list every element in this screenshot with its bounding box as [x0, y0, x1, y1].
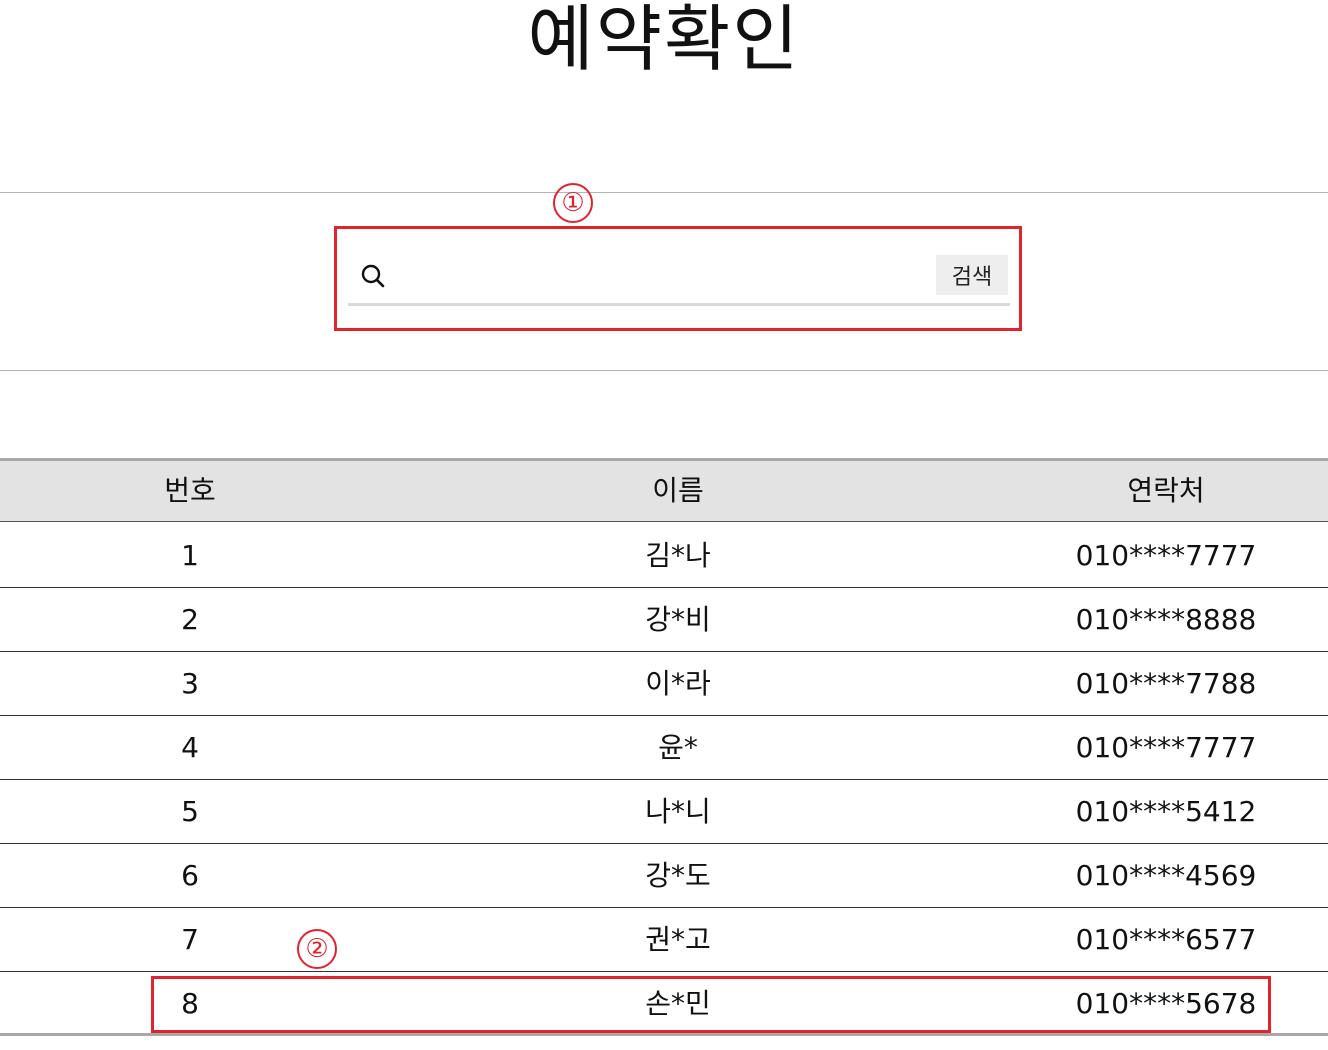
- table-row[interactable]: 4 윤* 010****7777: [0, 716, 1328, 780]
- row-name: 권*고: [645, 923, 711, 956]
- row-phone: 010****8888: [1075, 603, 1257, 636]
- header-number: 번호: [164, 474, 216, 507]
- row-number: 6: [181, 859, 199, 892]
- row-name: 이*라: [645, 667, 711, 700]
- annotation-marker-1: ①: [553, 183, 593, 223]
- page-title: 예약확인: [527, 0, 801, 81]
- row-number: 4: [181, 731, 199, 764]
- row-name: 강*비: [645, 603, 711, 636]
- row-number: 2: [181, 603, 199, 636]
- row-name: 김*나: [645, 539, 711, 572]
- row-phone: 010****5412: [1075, 795, 1257, 828]
- row-number: 1: [181, 539, 199, 572]
- row-name: 윤*: [658, 731, 698, 764]
- search-section-bottom-divider: [0, 370, 1328, 371]
- row-phone: 010****6577: [1075, 923, 1257, 956]
- search-icon: [360, 263, 386, 289]
- row-phone: 010****7777: [1075, 731, 1257, 764]
- search-button[interactable]: 검색: [936, 255, 1008, 295]
- table-row[interactable]: 7 권*고 010****6577: [0, 908, 1328, 972]
- row-phone: 010****7777: [1075, 539, 1257, 572]
- annotation-marker-2: ②: [297, 929, 337, 969]
- table-row[interactable]: 6 강*도 010****4569: [0, 844, 1328, 908]
- row-number: 5: [181, 795, 199, 828]
- table-row[interactable]: 3 이*라 010****7788: [0, 652, 1328, 716]
- annotation-highlight-row: [151, 976, 1271, 1033]
- search-underline: [348, 303, 1010, 306]
- table-row[interactable]: 5 나*니 010****5412: [0, 780, 1328, 844]
- row-phone: 010****7788: [1075, 667, 1257, 700]
- row-number: 7: [181, 923, 199, 956]
- row-phone: 010****4569: [1075, 859, 1257, 892]
- search-section-top-divider: [0, 192, 1328, 193]
- row-name: 나*니: [645, 795, 711, 828]
- header-phone: 연락처: [1127, 474, 1205, 507]
- table-row[interactable]: 1 김*나 010****7777: [0, 524, 1328, 588]
- header-name: 이름: [652, 474, 704, 507]
- table-header: 번호 이름 연락처: [0, 458, 1328, 522]
- search-bar: 검색: [348, 245, 1010, 306]
- table-row[interactable]: 2 강*비 010****8888: [0, 588, 1328, 652]
- row-number: 3: [181, 667, 199, 700]
- search-input[interactable]: [398, 255, 932, 297]
- row-name: 강*도: [645, 859, 711, 892]
